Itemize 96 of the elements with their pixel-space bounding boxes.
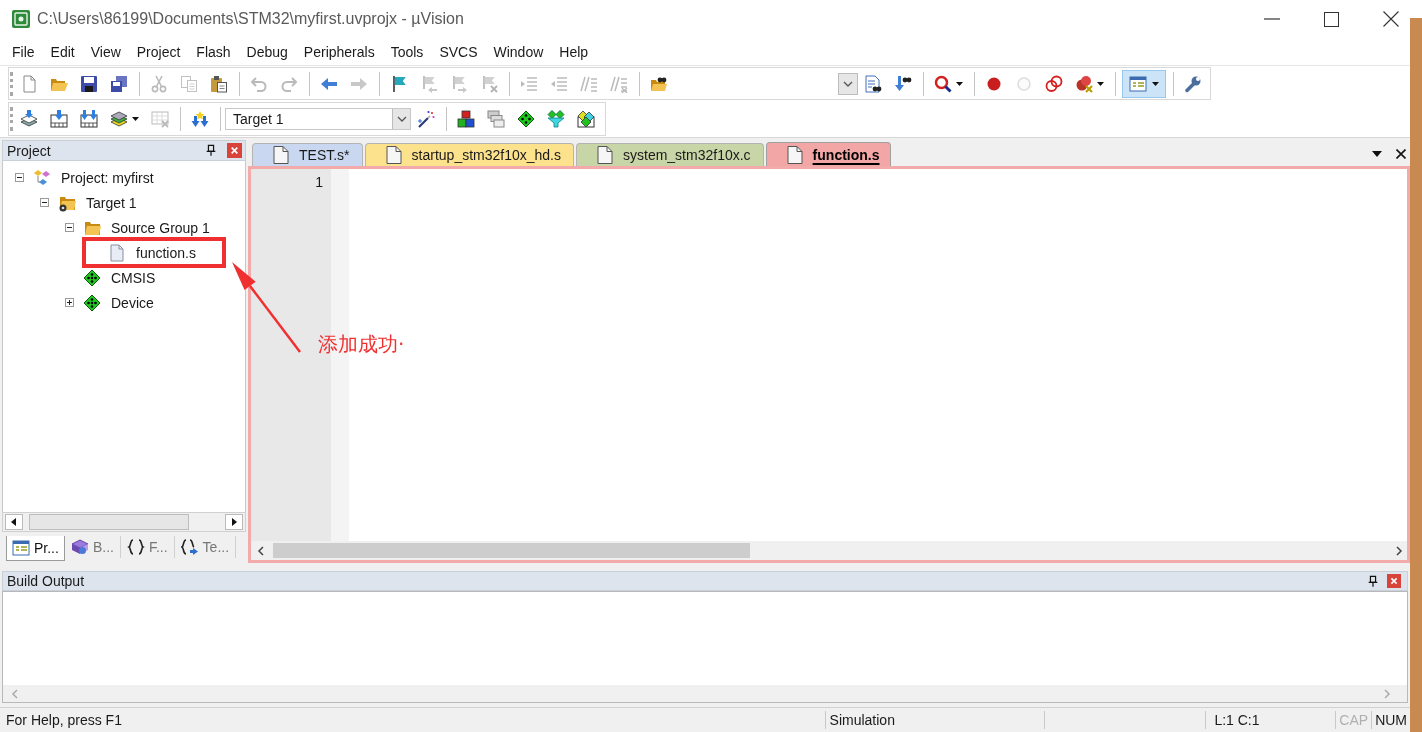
save-all-icon[interactable] <box>110 74 128 93</box>
chevron-left-icon[interactable] <box>257 545 265 556</box>
horizontal-scrollbar[interactable] <box>2 512 246 532</box>
scrollbar-thumb[interactable] <box>273 543 750 558</box>
line-number: 1 <box>314 173 324 191</box>
panel-double-arrow-icon[interactable] <box>80 110 98 128</box>
tree-item[interactable]: Device <box>111 293 154 312</box>
layers-arrow-icon[interactable] <box>20 110 38 128</box>
menu-item[interactable]: Debug <box>238 41 296 62</box>
pin-icon[interactable] <box>1367 574 1379 588</box>
pin-icon[interactable] <box>205 144 217 157</box>
file-icon <box>385 146 402 164</box>
magic-wand-icon[interactable] <box>417 110 435 128</box>
menu-item[interactable]: Edit <box>42 41 83 62</box>
save-icon[interactable] <box>80 74 98 93</box>
maximize-icon[interactable] <box>1324 11 1339 27</box>
panel-tab[interactable]: F... <box>120 536 175 558</box>
tree-item[interactable]: function.s <box>136 243 196 262</box>
editor-tab[interactable]: TEST.s* <box>252 143 363 166</box>
braces-icon <box>126 538 145 556</box>
diamonds-icon <box>33 168 51 187</box>
menu-item[interactable]: Window <box>485 41 552 62</box>
dropdown-button[interactable] <box>392 109 410 129</box>
chevron-right-icon[interactable] <box>1395 545 1403 556</box>
window-list-button[interactable] <box>1122 69 1166 98</box>
panel-tab[interactable]: Pr... <box>6 536 65 561</box>
diamond-funnel-icon[interactable] <box>547 110 565 128</box>
stacked-blocks-icon[interactable] <box>457 110 475 128</box>
binoculars-arrow-icon[interactable] <box>894 74 912 93</box>
dotted-diamond-icon <box>83 268 101 287</box>
menu-item[interactable]: Peripherals <box>295 41 383 62</box>
caret-down-icon[interactable] <box>1372 151 1382 157</box>
plus-box-icon[interactable] <box>65 298 74 307</box>
menu-item[interactable]: File <box>4 41 43 62</box>
document-binoculars-icon[interactable] <box>864 74 882 93</box>
window-list-icon <box>12 539 30 557</box>
dropdown-button[interactable] <box>838 72 858 95</box>
scrollbar-thumb[interactable] <box>29 514 189 530</box>
editor-tab[interactable]: system_stm32f10x.c <box>576 143 764 166</box>
file-icon <box>597 146 613 164</box>
panel-tab[interactable]: B... <box>64 536 121 558</box>
toolbar-grip[interactable] <box>10 71 13 96</box>
status-text: L:1 C:1 <box>1205 711 1336 729</box>
app-icon <box>12 10 30 28</box>
magnifier-icon[interactable] <box>934 74 952 93</box>
minus-box-icon[interactable] <box>40 198 49 207</box>
menu-item[interactable]: View <box>82 41 129 62</box>
editor-tab[interactable]: startup_stm32f10x_hd.s <box>364 143 574 166</box>
double-ring-icon[interactable] <box>1045 74 1063 93</box>
chevron-down-icon <box>396 116 407 122</box>
panel-title: Build Output <box>7 572 85 590</box>
target-dropdown[interactable]: Target 1 <box>225 108 411 130</box>
menu-item[interactable]: SVCS <box>431 41 486 62</box>
caret-icon[interactable] <box>1097 81 1104 86</box>
braces-arrow-icon <box>180 538 199 556</box>
tree-item[interactable]: Project: myfirst <box>61 168 154 187</box>
chevron-down-icon <box>843 80 853 87</box>
tree-item[interactable]: Source Group 1 <box>111 218 210 237</box>
panel-title: Project <box>7 141 51 160</box>
menu-item[interactable]: Flash <box>188 41 239 62</box>
window-title: C:\Users\86199\Documents\STM32\myfirst.uvprojx - µVision <box>37 9 464 29</box>
menu-item[interactable]: Project <box>128 41 189 62</box>
minus-box-icon[interactable] <box>65 223 74 232</box>
caret-icon[interactable] <box>132 117 139 121</box>
status-text: For Help, press F1 <box>5 711 123 729</box>
horizontal-scrollbar[interactable] <box>251 541 1407 560</box>
minus-box-icon[interactable] <box>15 173 24 182</box>
toolbar-grip[interactable] <box>10 107 13 131</box>
menu-item[interactable]: Help <box>551 41 597 62</box>
close-icon[interactable] <box>1383 11 1399 27</box>
layers-stack-icon[interactable] <box>110 110 128 128</box>
stacked-windows-icon[interactable] <box>487 110 505 128</box>
annotation-text: 添加成功· <box>318 331 405 357</box>
file-icon <box>273 146 289 164</box>
books-icon <box>70 538 89 556</box>
menu-item[interactable]: Tools <box>382 41 432 62</box>
wrench-icon[interactable] <box>1184 74 1202 93</box>
dotted-diamond-icon[interactable] <box>517 110 535 128</box>
panel-arrow-icon[interactable] <box>50 110 68 128</box>
paste-icon[interactable] <box>210 74 228 93</box>
tree-item[interactable]: CMSIS <box>111 268 156 287</box>
caret-icon[interactable] <box>1152 81 1159 86</box>
file-icon <box>786 145 803 164</box>
download-arrows-icon[interactable] <box>191 110 209 128</box>
panel-tab[interactable]: Te... <box>174 536 237 558</box>
status-text: Simulation <box>824 711 1045 729</box>
circles-cross-icon[interactable] <box>1075 74 1093 93</box>
file-icon <box>108 243 126 262</box>
caret-icon[interactable] <box>956 81 963 86</box>
status-indicator: CAP <box>1335 711 1372 729</box>
flag-icon[interactable] <box>390 74 408 93</box>
editor-tab[interactable]: function.s <box>765 142 891 166</box>
close-icon[interactable] <box>1396 149 1406 159</box>
tree-item[interactable]: Target 1 <box>86 193 137 212</box>
diamonds-box-icon[interactable] <box>577 110 595 128</box>
dotted-diamond-icon <box>83 293 101 312</box>
